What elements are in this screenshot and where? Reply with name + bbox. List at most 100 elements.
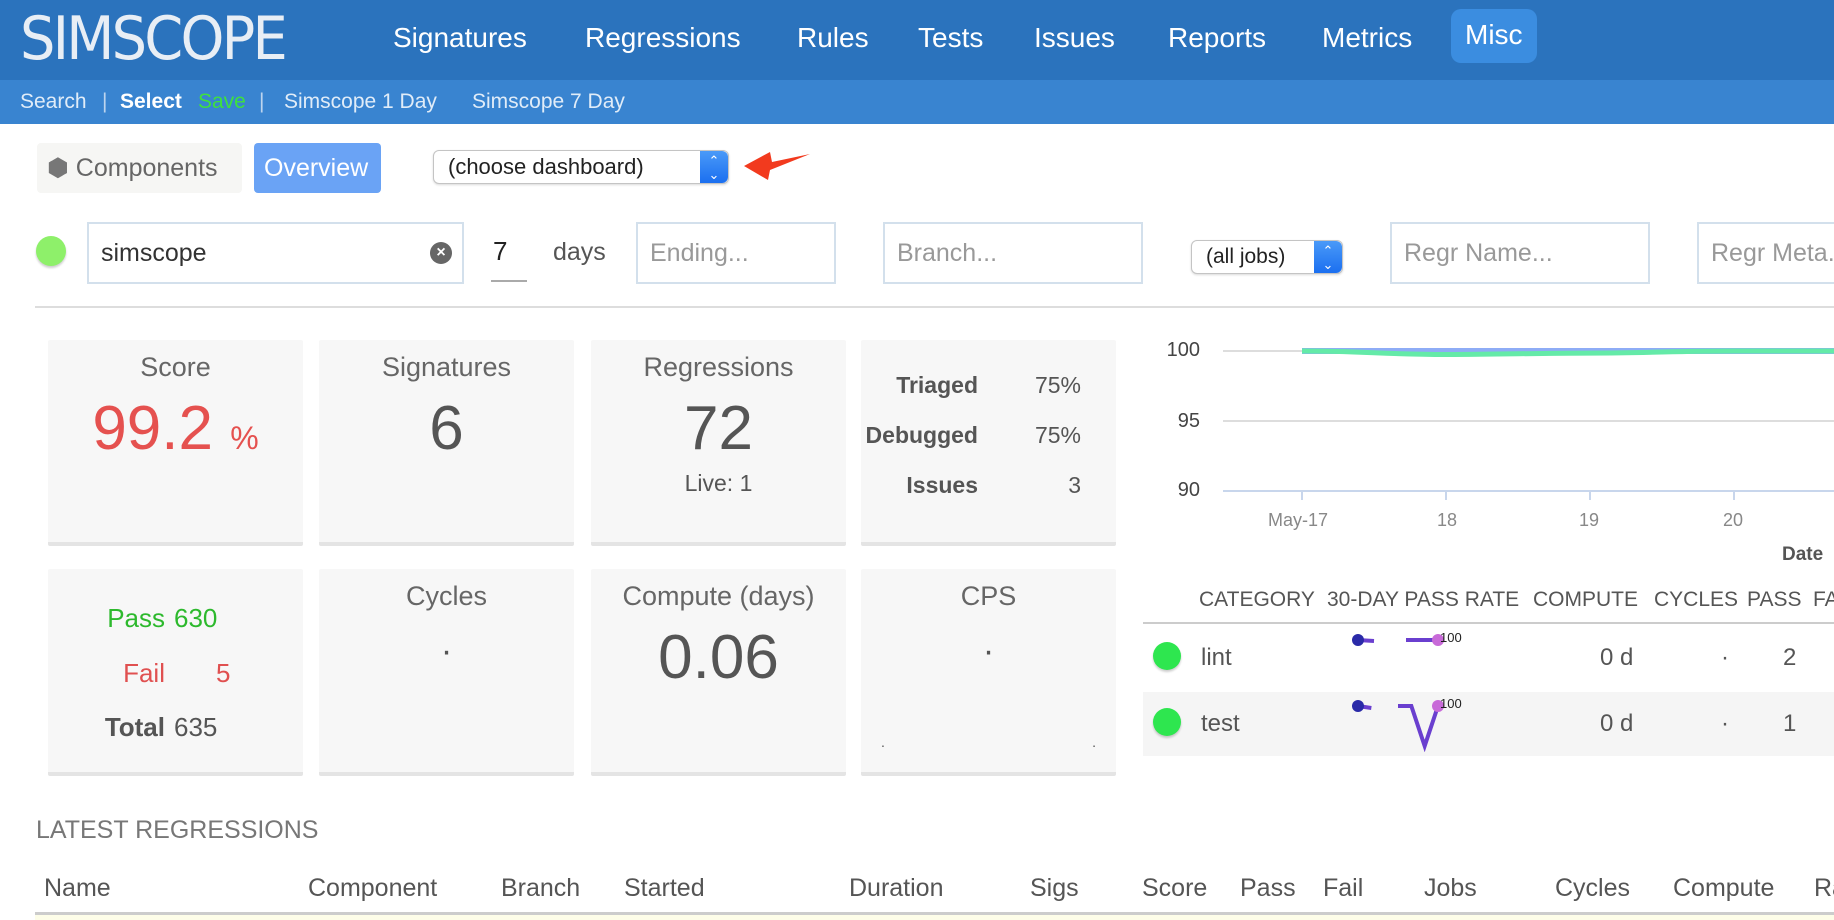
branch-input[interactable]: Branch... [883, 222, 1143, 284]
cycles-value: · [1721, 644, 1729, 671]
saved-search-1day[interactable]: Simscope 1 Day [284, 80, 437, 124]
col-header[interactable]: Component [308, 874, 437, 903]
table-row[interactable] [35, 915, 1834, 920]
col-header[interactable]: 30-DAY PASS RATE [1327, 588, 1519, 612]
table-row[interactable]: test 100 0 d · 1 [1143, 692, 1834, 756]
pass-value: 2 [1783, 644, 1797, 671]
cps-min: . [881, 734, 885, 750]
col-header[interactable]: Fail [1323, 874, 1363, 903]
fail-label: Fail [123, 658, 165, 688]
select-arrows-icon: ⌃ ⌄ [1314, 241, 1342, 273]
select-link[interactable]: Select [120, 80, 182, 124]
table-row[interactable]: lint 100 0 d · 2 [1143, 626, 1834, 690]
col-header[interactable]: Score [1142, 874, 1207, 903]
nav-reports[interactable]: Reports [1168, 0, 1266, 80]
counts-card: Pass 630 Fail 5 Total 635 [48, 569, 303, 776]
status-dot [1153, 708, 1181, 736]
dashboard-select-value: (choose dashboard) [448, 154, 644, 179]
ending-input[interactable]: Ending... [636, 222, 836, 284]
y-tick-label: 90 [1177, 479, 1200, 501]
col-header[interactable]: Duration [849, 874, 944, 903]
score-unit: % [230, 420, 259, 456]
status-dot [36, 236, 66, 266]
x-tick-label: 20 [1723, 510, 1744, 530]
fail-value: 5 [216, 658, 231, 688]
signatures-card[interactable]: Signatures 6 [319, 340, 574, 546]
logo[interactable]: SIMSCOPE [20, 4, 288, 74]
score-value: 99.2 [92, 394, 213, 463]
select-arrows-icon: ⌃ ⌄ [700, 151, 728, 183]
col-header[interactable]: Name [44, 874, 111, 903]
divider: | [102, 90, 108, 113]
jobs-select-value: (all jobs) [1206, 245, 1286, 268]
pass-rate-chart [1223, 348, 1834, 500]
saved-search-7day[interactable]: Simscope 7 Day [472, 80, 625, 124]
regr-name-input[interactable]: Regr Name... [1390, 222, 1650, 284]
col-header[interactable]: CATEGORY [1199, 588, 1315, 612]
sparkline-label: 100 [1440, 630, 1462, 645]
col-header[interactable]: Pass [1240, 874, 1296, 903]
component-value: simscope [101, 239, 207, 267]
triaged-value: 75% [1034, 372, 1081, 398]
days-input[interactable]: 7 [491, 236, 527, 282]
components-label: Components [75, 154, 218, 182]
cycles-value: · [440, 632, 453, 670]
category-name[interactable]: test [1201, 710, 1240, 738]
component-input[interactable]: simscope [87, 222, 464, 284]
col-header[interactable]: Jobs [1424, 874, 1477, 903]
col-header[interactable]: CYCLES [1654, 588, 1738, 612]
x-axis-title: Date [1782, 544, 1824, 565]
cps-max: . [1092, 734, 1096, 750]
category-name[interactable]: lint [1201, 644, 1232, 672]
debugged-label: Debugged [865, 422, 978, 448]
overview-button[interactable]: Overview [254, 143, 381, 193]
save-link[interactable]: Save [198, 80, 246, 124]
pass-label: Pass [107, 603, 165, 633]
compute-value: 0 d [1600, 644, 1634, 671]
regressions-value: 72 [684, 394, 753, 463]
red-arrow-annotation-icon [744, 152, 810, 180]
col-header[interactable]: Ra [1814, 874, 1834, 903]
latest-regressions-title: LATEST REGRESSIONS [36, 816, 319, 844]
col-header[interactable]: PASS [1747, 588, 1801, 612]
signatures-value: 6 [429, 394, 464, 463]
nav-issues[interactable]: Issues [1034, 0, 1115, 80]
nav-signatures[interactable]: Signatures [393, 0, 527, 80]
col-header[interactable]: FA [1813, 588, 1834, 612]
compute-value: 0 d [1600, 710, 1634, 737]
search-link[interactable]: Search [20, 80, 87, 124]
compute-value: 0.06 [658, 623, 779, 692]
pass-value: 630 [174, 603, 218, 633]
clear-icon[interactable]: × [430, 242, 452, 264]
col-header[interactable]: Started [624, 874, 705, 903]
col-header[interactable]: Cycles [1555, 874, 1630, 903]
divider [1143, 622, 1834, 624]
nav-regressions[interactable]: Regressions [585, 0, 741, 80]
y-tick-label: 100 [1166, 339, 1200, 361]
cps-card: CPS · . . [861, 569, 1116, 776]
nav-tests[interactable]: Tests [918, 0, 983, 80]
regr-meta-input[interactable]: Regr Meta... [1697, 222, 1834, 284]
col-header[interactable]: Branch [501, 874, 580, 903]
live-count: Live: 1 [684, 470, 753, 496]
divider [35, 306, 1834, 308]
cube-icon: ⬢ [47, 154, 76, 182]
nav-rules[interactable]: Rules [797, 0, 869, 80]
sparkline-point [1352, 634, 1364, 646]
sub-nav [0, 80, 1834, 124]
card-title: Regressions [643, 352, 794, 382]
cps-value: · [982, 632, 995, 670]
components-button[interactable]: ⬢ Components [37, 143, 242, 193]
regressions-card[interactable]: Regressions 72 Live: 1 [591, 340, 846, 546]
x-tick-label: 18 [1437, 510, 1458, 530]
jobs-select[interactable]: (all jobs) ⌃ ⌄ [1191, 240, 1343, 274]
divider: | [259, 90, 265, 113]
nav-misc[interactable]: Misc [1451, 9, 1537, 63]
issues-value[interactable]: 3 [1068, 472, 1081, 499]
col-header[interactable]: Sigs [1030, 874, 1079, 903]
nav-metrics[interactable]: Metrics [1322, 0, 1412, 80]
col-header[interactable]: COMPUTE [1533, 588, 1638, 612]
dashboard-select[interactable]: (choose dashboard) ⌃ ⌄ [433, 150, 729, 184]
col-header[interactable]: Compute [1673, 874, 1774, 903]
total-label: Total [104, 712, 165, 742]
